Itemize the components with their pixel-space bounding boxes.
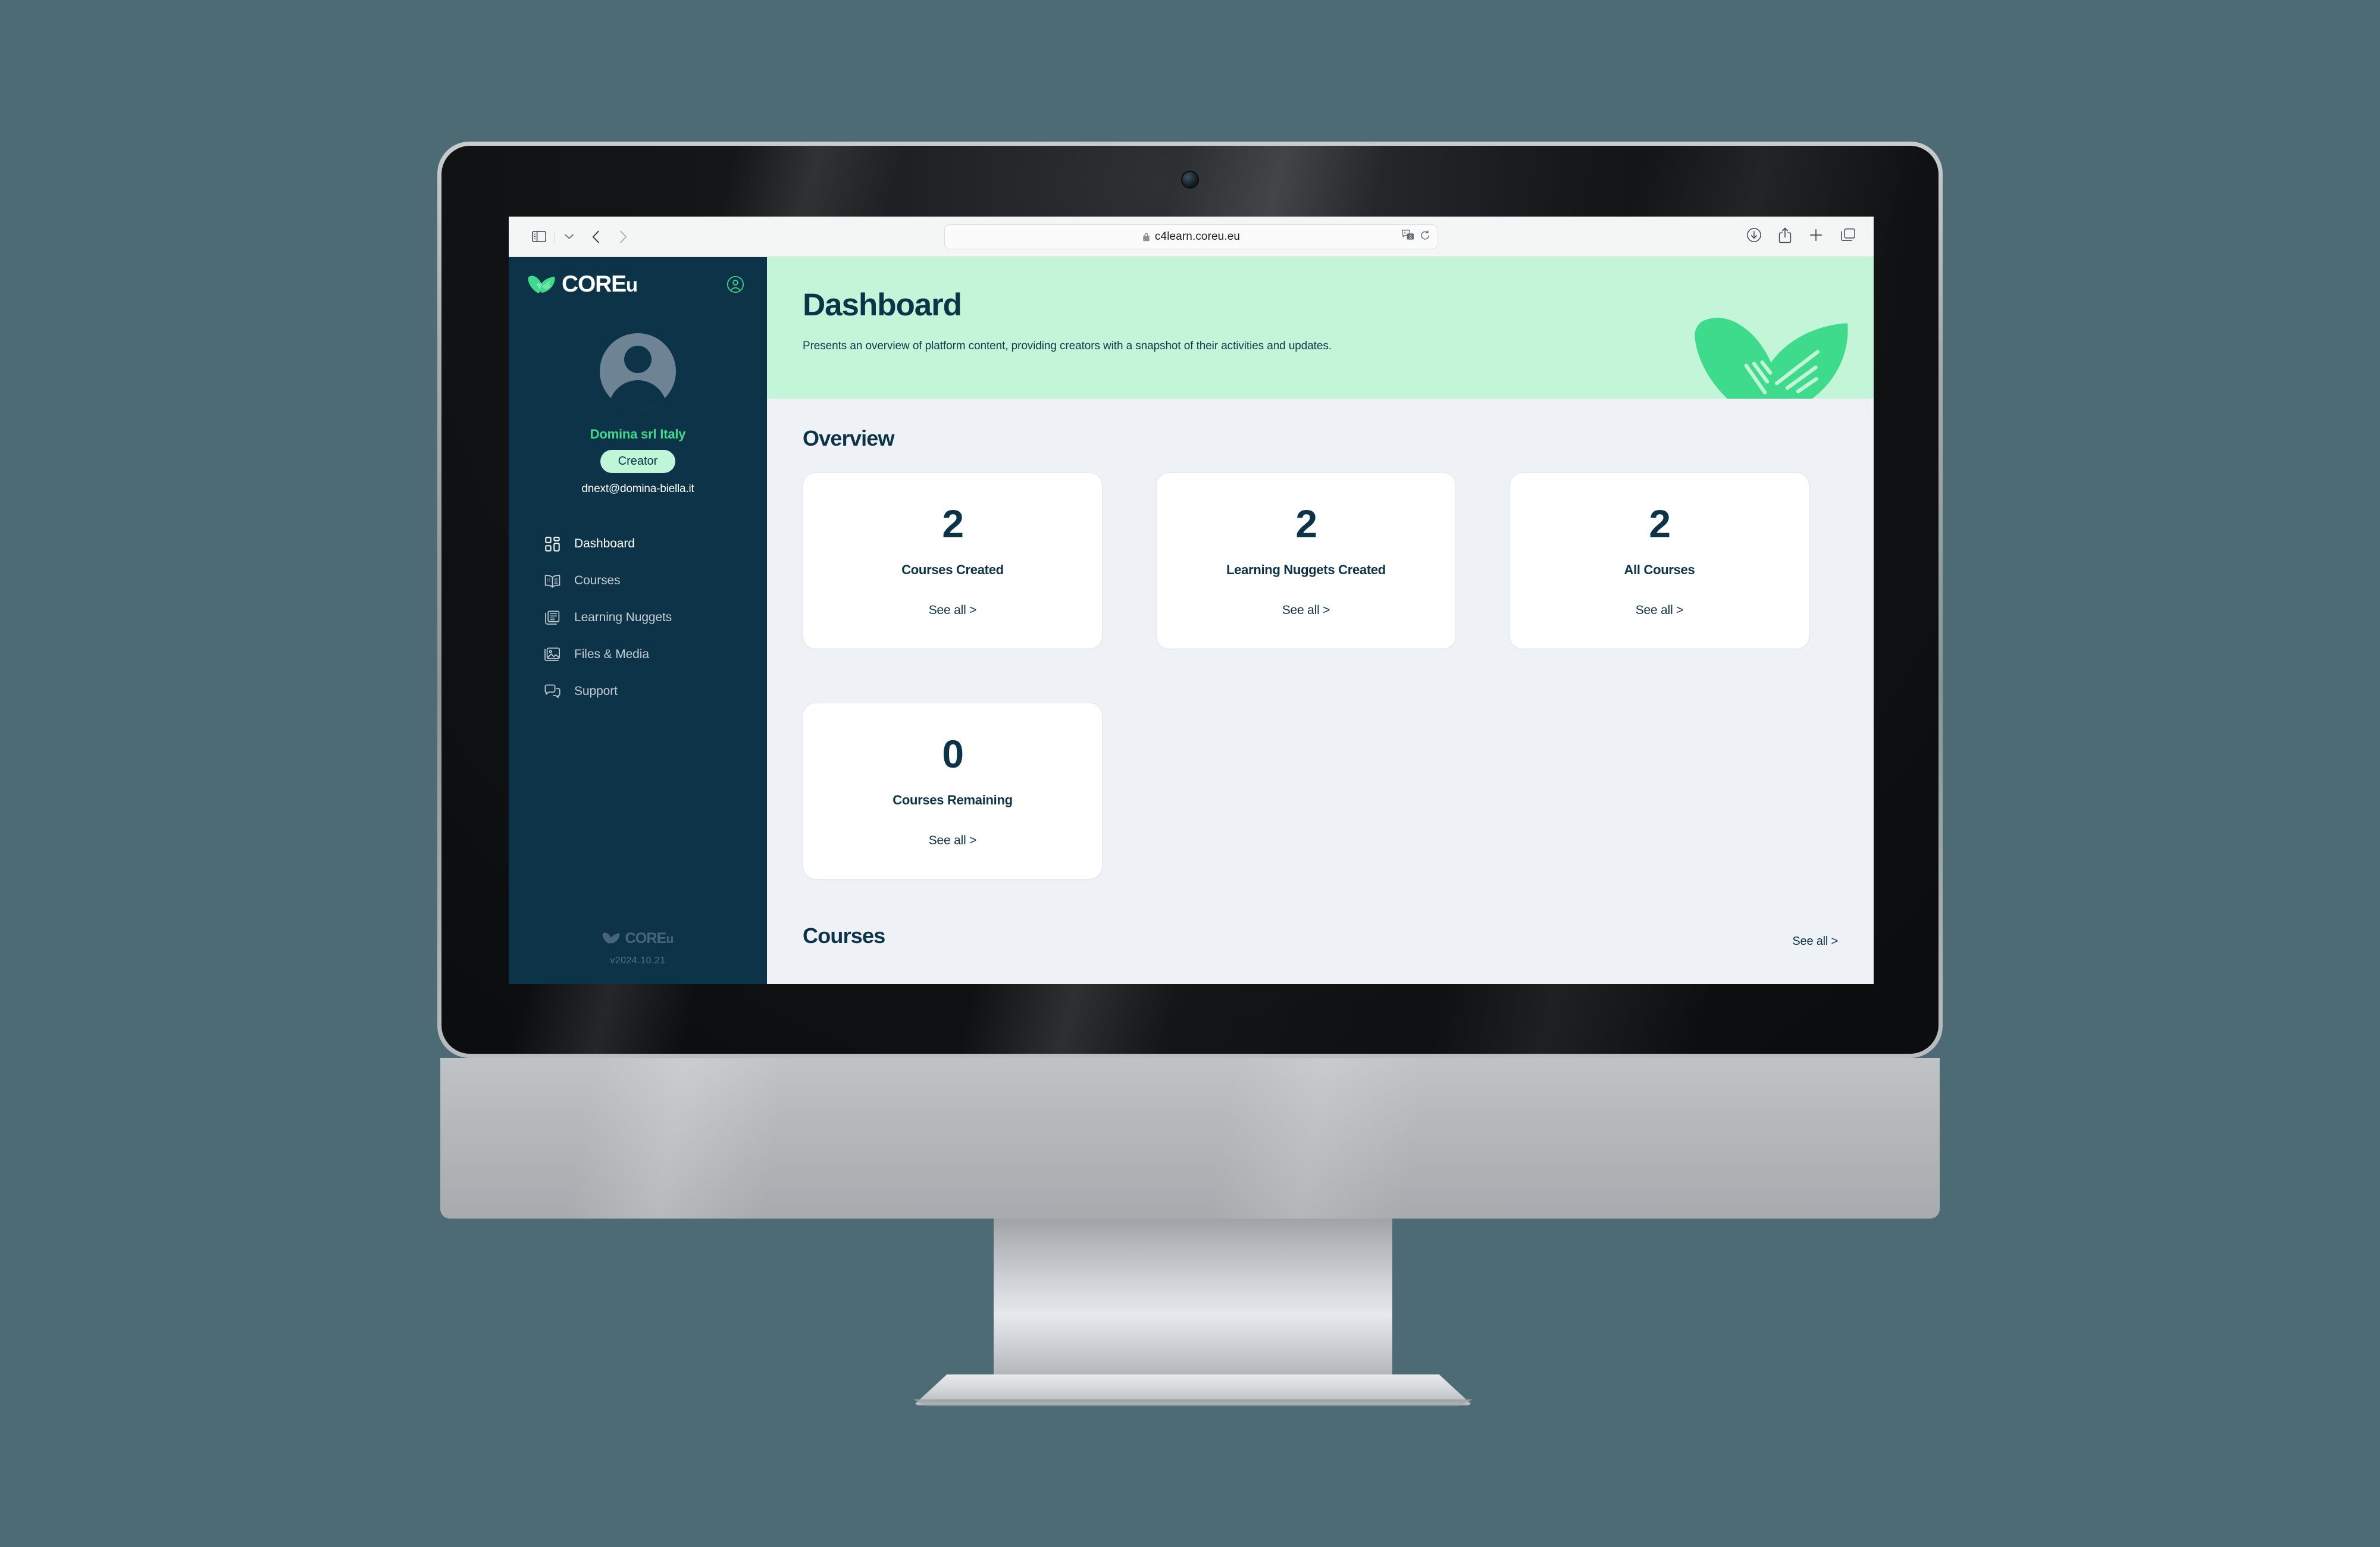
stat-value: 2 — [942, 502, 964, 546]
stat-label: All Courses — [1624, 562, 1695, 577]
back-button[interactable] — [585, 227, 606, 247]
sidebar-item-label: Files & Media — [574, 647, 649, 661]
leaf-logo-icon — [602, 931, 620, 947]
sidebar-item-support[interactable]: Support — [509, 673, 767, 710]
stat-card[interactable]: 0 Courses Remaining See all > — [803, 703, 1103, 879]
sidebar-item-label: Courses — [574, 574, 621, 587]
dashboard-content: Overview 2 Courses Created See all > 2 L… — [767, 399, 1874, 948]
webcam-icon — [1182, 172, 1198, 187]
browser-toolbar: c4learn.coreu.eu A 文 — [509, 217, 1874, 257]
address-bar[interactable]: c4learn.coreu.eu A 文 — [944, 224, 1438, 249]
svg-text:A: A — [1404, 231, 1407, 236]
monitor: c4learn.coreu.eu A 文 COREu Domina srl It… — [437, 142, 1943, 1058]
article-stack-icon — [543, 609, 561, 627]
sidebar-nav: Dashboard Courses Learning Nuggets Files… — [509, 525, 767, 710]
forward-button[interactable] — [613, 227, 633, 247]
plus-icon[interactable] — [1808, 227, 1824, 246]
sidebar-item-label: Learning Nuggets — [574, 610, 672, 624]
footer-brand: COREu — [509, 930, 767, 947]
avatar-placeholder-icon — [600, 333, 676, 409]
stat-card[interactable]: 2 All Courses See all > — [1510, 472, 1809, 649]
sidebar-item-learning-nuggets[interactable]: Learning Nuggets — [509, 599, 767, 636]
stat-card[interactable]: 2 Courses Created See all > — [803, 472, 1103, 649]
sidebar-item-label: Dashboard — [574, 537, 635, 550]
sidebar-footer: COREu v2024.10.21 — [509, 930, 767, 984]
monitor-chin — [440, 1058, 1940, 1219]
download-icon[interactable] — [1746, 227, 1762, 246]
see-all-link[interactable]: See all > — [929, 834, 977, 848]
stat-value: 2 — [1295, 502, 1317, 546]
see-all-link[interactable]: See all > — [929, 603, 977, 618]
account-circle-icon[interactable] — [726, 275, 744, 293]
app-root: COREu Domina srl Italy Creator dnext@dom… — [509, 257, 1874, 984]
sidebar-item-files-media[interactable]: Files & Media — [509, 636, 767, 673]
see-all-link[interactable]: See all > — [1792, 935, 1838, 948]
sidebar-panel-icon[interactable] — [529, 227, 549, 247]
profile-block: Domina srl Italy Creator dnext@domina-bi… — [509, 312, 767, 496]
translate-icon[interactable]: A 文 — [1402, 230, 1414, 244]
page-title: Dashboard — [803, 287, 962, 322]
chat-bubbles-icon — [543, 682, 561, 700]
stat-value: 2 — [1649, 502, 1671, 546]
share-icon[interactable] — [1778, 227, 1792, 246]
main-content: Dashboard Presents an overview of platfo… — [767, 257, 1874, 984]
stat-label: Courses Created — [901, 562, 1004, 577]
app-version: v2024.10.21 — [610, 956, 666, 966]
lock-icon — [1142, 232, 1150, 242]
overview-section-head: Overview — [803, 426, 1838, 451]
profile-name: Domina srl Italy — [590, 427, 686, 441]
courses-heading: Courses — [803, 923, 885, 948]
stat-card[interactable]: 2 Learning Nuggets Created See all > — [1156, 472, 1456, 649]
browser-window: c4learn.coreu.eu A 文 COREu Domina srl It… — [509, 217, 1874, 984]
stat-value: 0 — [942, 732, 964, 776]
page-subtitle: Presents an overview of platform content… — [803, 340, 1332, 352]
sidebar-item-dashboard[interactable]: Dashboard — [509, 525, 767, 562]
profile-email: dnext@domina-biella.it — [581, 483, 694, 495]
sidebar-header: COREu — [509, 257, 767, 312]
brand-logo[interactable]: COREu — [528, 271, 638, 298]
chevron-down-icon[interactable] — [560, 228, 577, 246]
sidebar: COREu Domina srl Italy Creator dnext@dom… — [509, 257, 767, 984]
monitor-stand-base-shadow — [913, 1399, 1473, 1408]
courses-section-head: Courses See all > — [803, 923, 1838, 948]
image-folder-icon — [543, 646, 561, 663]
page-header-banner: Dashboard Presents an overview of platfo… — [767, 257, 1874, 399]
desktop-scene: c4learn.coreu.eu A 文 COREu Domina srl It… — [0, 0, 2380, 1547]
role-badge: Creator — [600, 450, 676, 473]
stat-label: Courses Remaining — [892, 793, 1013, 807]
sidebar-item-label: Support — [574, 684, 618, 698]
monitor-bezel: c4learn.coreu.eu A 文 COREu Domina srl It… — [441, 146, 1939, 1054]
dashboard-grid-icon — [543, 535, 561, 553]
svg-text:文: 文 — [1408, 234, 1413, 239]
tab-overview-icon[interactable] — [1840, 228, 1856, 246]
book-icon — [543, 572, 561, 590]
reload-icon[interactable] — [1420, 230, 1430, 244]
see-all-link[interactable]: See all > — [1282, 603, 1330, 618]
overview-cards: 2 Courses Created See all > 2 Learning N… — [803, 472, 1838, 879]
footer-brand-name: COREu — [625, 930, 674, 947]
brand-name: COREu — [562, 271, 638, 297]
overview-heading: Overview — [803, 426, 895, 450]
see-all-link[interactable]: See all > — [1636, 603, 1684, 618]
monitor-stand-neck — [994, 1219, 1392, 1379]
leaf-logo-icon — [528, 273, 555, 297]
url-text: c4learn.coreu.eu — [1154, 230, 1241, 243]
sidebar-item-courses[interactable]: Courses — [509, 562, 767, 599]
stat-label: Learning Nuggets Created — [1226, 562, 1386, 577]
